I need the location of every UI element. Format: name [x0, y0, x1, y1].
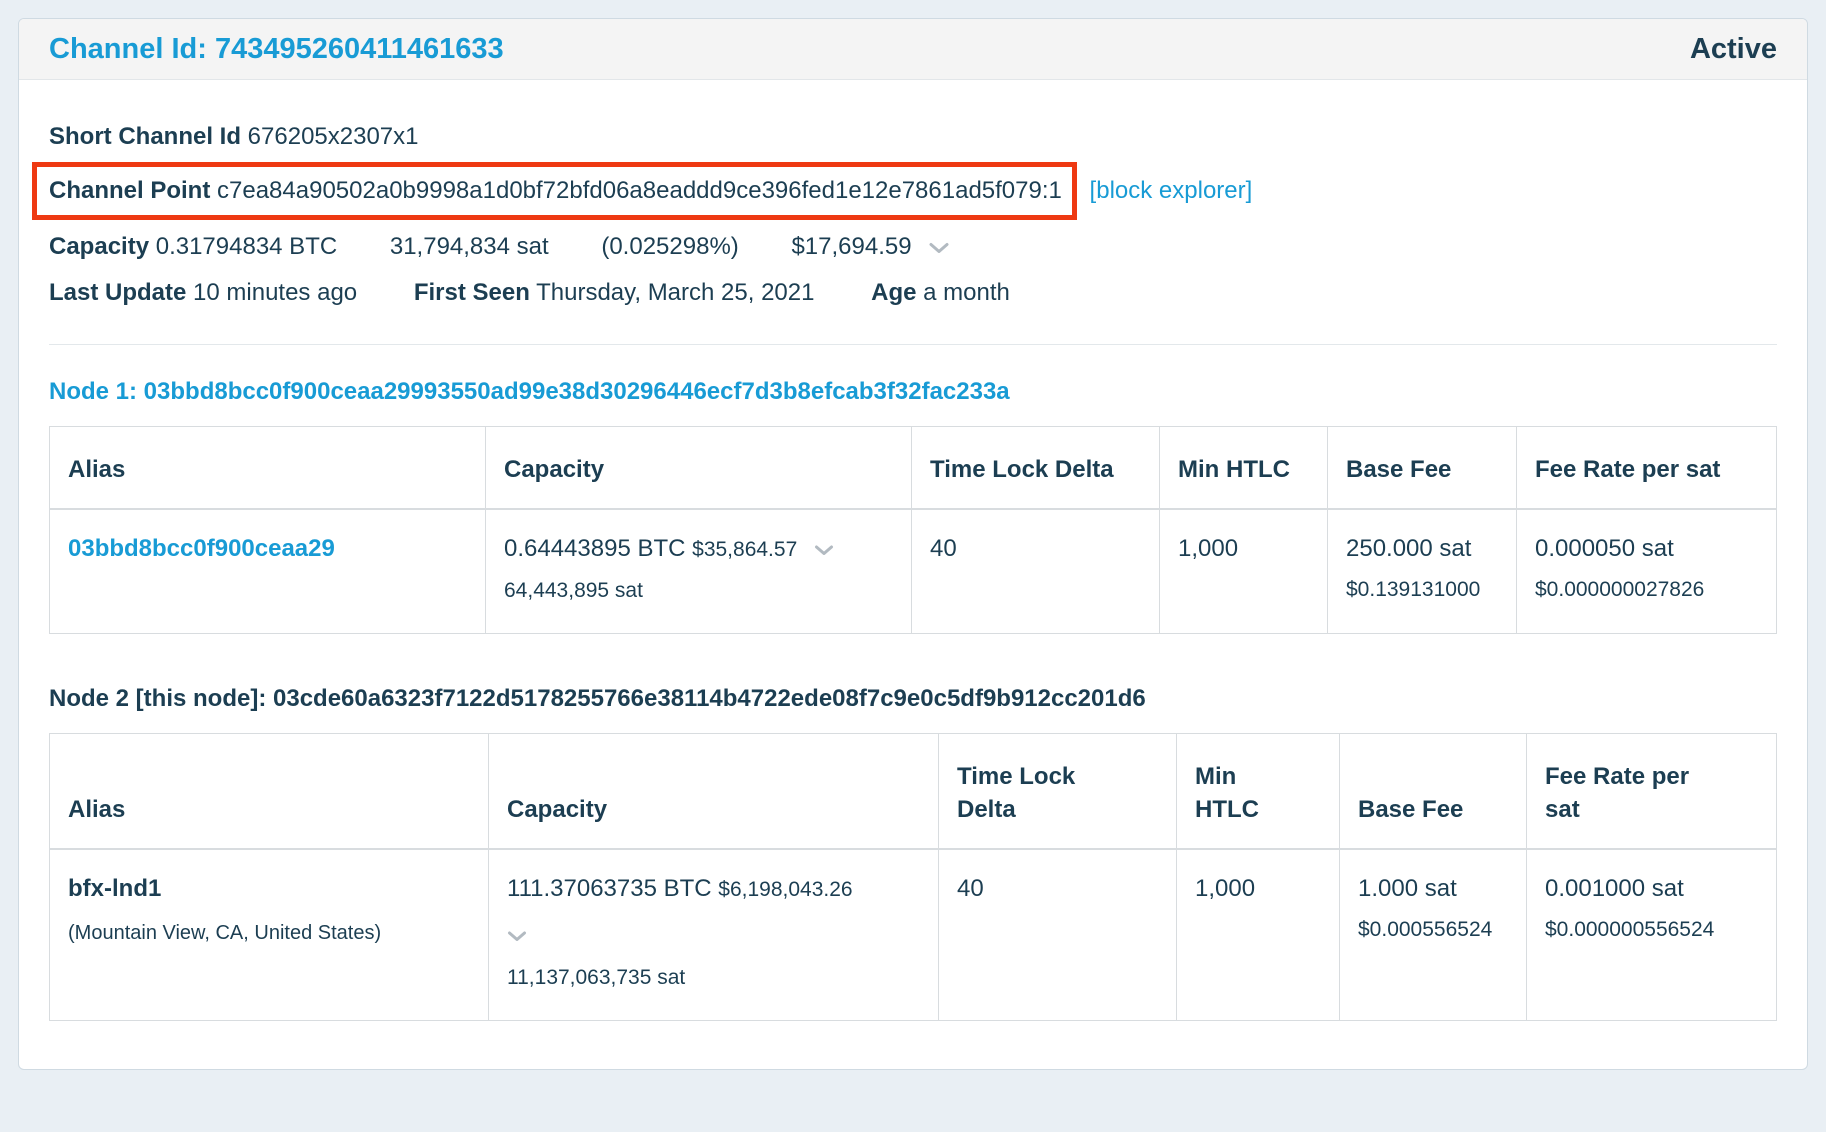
last-update-label: Last Update: [49, 279, 186, 306]
capacity-usd: $17,694.59: [791, 233, 911, 260]
node2-data-row: bfx-lnd1 (Mountain View, CA, United Stat…: [50, 849, 1777, 1021]
node1-heading-link[interactable]: Node 1: 03bbd8bcc0f900ceaa29993550ad99e3…: [49, 375, 1777, 408]
capacity-sat: 31,794,834 sat: [390, 233, 549, 260]
section-divider: [49, 344, 1777, 345]
node1-time-lock-delta: 40: [912, 509, 1160, 634]
capacity-label: Capacity: [49, 233, 149, 260]
node2-table: Alias Capacity Time Lock Delta Min HTLC …: [49, 733, 1777, 1021]
node2-capacity-btc: 111.37063735 BTC: [507, 875, 712, 902]
node2-capacity-sat: 11,137,063,735 sat: [507, 961, 920, 994]
dates-line: Last Update 10 minutes ago First Seen Th…: [49, 276, 1777, 310]
node1-col-time-lock-delta: Time Lock Delta: [912, 427, 1160, 510]
node1-capacity-btc: 0.64443895 BTC: [504, 535, 685, 562]
node1-col-base-fee: Base Fee: [1328, 427, 1517, 510]
channel-point-label: Channel Point: [49, 177, 210, 204]
node2-fee-rate: 0.001000 sat: [1545, 875, 1684, 902]
node1-base-fee: 250.000 sat: [1346, 535, 1471, 562]
channel-card-body: Short Channel Id 676205x2307x1 Channel P…: [19, 80, 1807, 1069]
node1-base-fee-usd: $0.139131000: [1346, 573, 1498, 606]
node2-base-fee-usd: $0.000556524: [1358, 913, 1508, 946]
first-seen-label: First Seen: [414, 279, 530, 306]
node2-capacity-usd: $6,198,043.26: [718, 878, 852, 901]
node1-min-htlc: 1,000: [1160, 509, 1328, 634]
channel-point-value: c7ea84a90502a0b9998a1d0bf72bfd06a8eaddd9…: [217, 177, 1062, 204]
channel-point-highlight: Channel Point c7ea84a90502a0b9998a1d0bf7…: [32, 162, 1077, 220]
chevron-down-icon[interactable]: [928, 230, 950, 264]
capacity-line: Capacity 0.31794834 BTC 31,794,834 sat (…: [49, 230, 1777, 264]
node2-location: (Mountain View, CA, United States): [68, 917, 470, 950]
node1-col-fee-rate: Fee Rate per sat: [1517, 427, 1777, 510]
first-seen-value: Thursday, March 25, 2021: [536, 279, 814, 306]
node1-col-capacity: Capacity: [486, 427, 912, 510]
block-explorer-link[interactable]: [block explorer]: [1090, 177, 1253, 204]
node2-min-htlc: 1,000: [1177, 849, 1340, 1021]
node1-capacity-usd: $35,864.57: [692, 538, 797, 561]
channel-point-line: Channel Point c7ea84a90502a0b9998a1d0bf7…: [49, 158, 1777, 224]
node1-data-row: 03bbd8bcc0f900ceaa29 0.64443895 BTC $35,…: [50, 509, 1777, 634]
node1-table: Alias Capacity Time Lock Delta Min HTLC …: [49, 426, 1777, 634]
channel-card-header: Channel Id: 743495260411461633 Active: [19, 19, 1807, 80]
node2-alias: bfx-lnd1: [68, 875, 161, 902]
last-update-value: 10 minutes ago: [193, 279, 357, 306]
channel-card: Channel Id: 743495260411461633 Active Sh…: [18, 18, 1808, 1070]
node1-capacity-sat: 64,443,895 sat: [504, 574, 893, 607]
channel-id-title-link[interactable]: Channel Id: 743495260411461633: [49, 33, 504, 66]
node1-fee-rate: 0.000050 sat: [1535, 535, 1674, 562]
node1-col-min-htlc: Min HTLC: [1160, 427, 1328, 510]
capacity-btc: 0.31794834 BTC: [156, 233, 337, 260]
node2-time-lock-delta: 40: [939, 849, 1177, 1021]
short-channel-id-label: Short Channel Id: [49, 123, 241, 150]
node1-alias-link[interactable]: 03bbd8bcc0f900ceaa29: [68, 535, 335, 562]
age-value: a month: [923, 279, 1010, 306]
node2-base-fee: 1.000 sat: [1358, 875, 1457, 902]
node1-header-row: Alias Capacity Time Lock Delta Min HTLC …: [50, 427, 1777, 510]
short-channel-id-value: 676205x2307x1: [248, 123, 419, 150]
node2-header-row: Alias Capacity Time Lock Delta Min HTLC …: [50, 734, 1777, 850]
node1-col-alias: Alias: [50, 427, 486, 510]
node2-heading: Node 2 [this node]: 03cde60a6323f7122d51…: [49, 682, 1777, 715]
node2-col-time-lock-delta: Time Lock Delta: [939, 734, 1177, 850]
node2-fee-rate-usd: $0.000000556524: [1545, 913, 1758, 946]
node2-col-min-htlc: Min HTLC: [1177, 734, 1340, 850]
chevron-down-icon[interactable]: [507, 918, 527, 951]
age-label: Age: [871, 279, 916, 306]
channel-status-badge: Active: [1690, 33, 1777, 66]
capacity-percent: (0.025298%): [601, 233, 738, 260]
node1-fee-rate-usd: $0.000000027826: [1535, 573, 1758, 606]
node2-col-fee-rate: Fee Rate per sat: [1527, 734, 1777, 850]
short-channel-id-line: Short Channel Id 676205x2307x1: [49, 120, 1777, 154]
chevron-down-icon[interactable]: [814, 532, 834, 565]
node2-col-capacity: Capacity: [489, 734, 939, 850]
node2-col-alias: Alias: [50, 734, 489, 850]
node2-col-base-fee: Base Fee: [1340, 734, 1527, 850]
